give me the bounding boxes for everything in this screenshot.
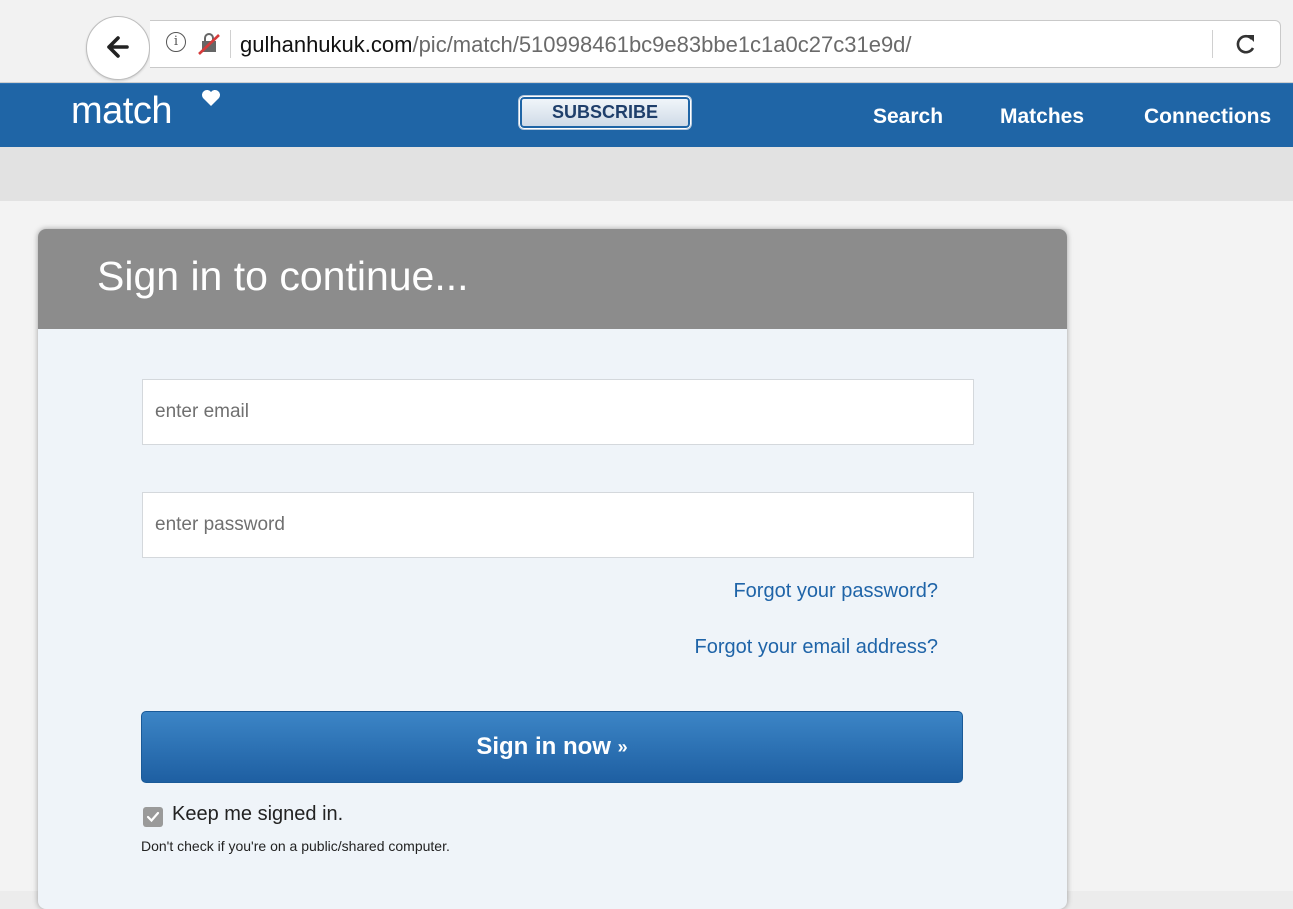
subscribe-button[interactable]: SUBSCRIBE: [519, 96, 691, 129]
nav-link-matches[interactable]: Matches: [1000, 105, 1084, 129]
reload-icon[interactable]: [1235, 33, 1257, 55]
address-bar[interactable]: i gulhanhukuk.com/pic/match/510998461bc9…: [150, 20, 1281, 68]
keep-signed-in-checkbox[interactable]: [143, 807, 163, 827]
signin-button[interactable]: Sign in now »: [141, 711, 963, 783]
url-text[interactable]: gulhanhukuk.com/pic/match/510998461bc9e8…: [240, 32, 912, 58]
signin-button-arrow: »: [617, 737, 628, 757]
url-separator: [230, 30, 231, 58]
forgot-password-link[interactable]: Forgot your password?: [733, 580, 938, 603]
grey-band: [0, 147, 1293, 201]
email-field[interactable]: [142, 379, 974, 445]
password-field[interactable]: [142, 492, 974, 558]
url-separator-right: [1212, 30, 1213, 58]
keep-signed-in-label[interactable]: Keep me signed in.: [172, 803, 343, 826]
checkmark-icon: [146, 811, 160, 823]
site-nav-bar: match SUBSCRIBE Search Matches Connectio…: [0, 83, 1293, 147]
browser-toolbar: i gulhanhukuk.com/pic/match/510998461bc9…: [0, 0, 1293, 83]
nav-link-search[interactable]: Search: [873, 105, 943, 129]
keep-signed-in-note: Don't check if you're on a public/shared…: [141, 838, 450, 854]
signin-card: Sign in to continue... Forgot your passw…: [38, 229, 1067, 909]
signin-card-header: Sign in to continue...: [38, 229, 1067, 329]
match-logo[interactable]: match: [71, 90, 172, 133]
back-button[interactable]: [86, 16, 150, 80]
insecure-lock-icon[interactable]: [196, 32, 222, 56]
heart-icon: [202, 90, 220, 106]
forgot-email-link[interactable]: Forgot your email address?: [695, 636, 938, 659]
url-path: /pic/match/510998461bc9e83bbe1c1a0c27c31…: [412, 32, 912, 57]
url-domain: gulhanhukuk.com: [240, 32, 413, 57]
signin-button-label: Sign in now: [476, 733, 611, 760]
back-arrow-icon: [107, 36, 129, 58]
info-icon[interactable]: i: [166, 32, 186, 52]
signin-title: Sign in to continue...: [97, 253, 469, 299]
nav-link-connections[interactable]: Connections: [1144, 105, 1271, 129]
